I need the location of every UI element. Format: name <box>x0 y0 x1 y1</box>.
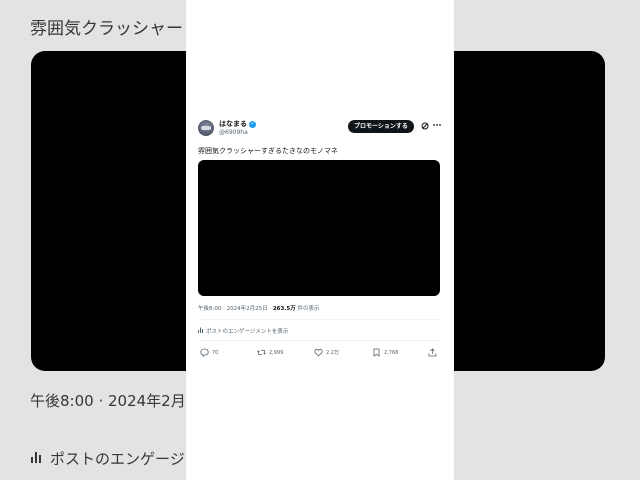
action-bar: 70 2,999 2.2万 2,768 <box>198 348 442 360</box>
bookmark-icon <box>372 348 381 357</box>
tweet-meta: 午後8:00 · 2024年2月25日 · 263.5万 件の表示 <box>198 306 320 312</box>
like-button[interactable]: 2.2万 <box>314 348 339 357</box>
bookmark-button[interactable]: 2,768 <box>372 348 398 357</box>
view-count: 263.5万 <box>272 306 296 312</box>
tweet-panel: はなまる ✓ @6909ha プロモーションする 雰囲気クラッシャーすぎるたきな… <box>186 0 454 480</box>
engagement-label: ポストのエンゲージメントを表示 <box>206 329 289 335</box>
reply-button[interactable]: 70 <box>200 348 218 357</box>
bookmark-count: 2,768 <box>384 349 399 356</box>
like-icon <box>314 348 323 357</box>
tweet: はなまる ✓ @6909ha プロモーションする 雰囲気クラッシャーすぎるたきな… <box>198 118 442 357</box>
view-count-suffix: 件の表示 <box>295 306 320 312</box>
user-name[interactable]: はなまる <box>219 119 247 129</box>
user-handle[interactable]: @6909ha <box>219 129 248 136</box>
tweet-text: 雰囲気クラッシャーすぎるたきなのモノマネ <box>198 147 338 155</box>
share-icon <box>428 348 437 357</box>
tweet-time[interactable]: 午後8:00 · 2024年2月25日 <box>198 306 268 312</box>
more-icon[interactable] <box>432 121 442 131</box>
tweet-header: はなまる ✓ @6909ha プロモーションする <box>198 118 442 138</box>
avatar[interactable] <box>198 120 214 136</box>
reply-icon <box>200 348 209 357</box>
view-engagement-link[interactable]: ポストのエンゲージメントを表示 <box>198 327 288 335</box>
analytics-icon <box>198 327 204 335</box>
like-count: 2.2万 <box>326 350 339 356</box>
verified-badge-icon: ✓ <box>249 120 256 128</box>
repost-count: 2,999 <box>269 349 284 356</box>
divider <box>198 340 442 341</box>
user-name-row[interactable]: はなまる ✓ <box>219 119 256 129</box>
grok-icon[interactable] <box>421 122 429 130</box>
reply-count: 70 <box>212 349 219 356</box>
repost-icon <box>257 348 266 357</box>
repost-button[interactable]: 2,999 <box>257 348 283 357</box>
share-button[interactable] <box>428 348 437 357</box>
promote-button[interactable]: プロモーションする <box>348 120 414 133</box>
tweet-media[interactable] <box>198 160 440 296</box>
divider <box>198 319 442 320</box>
